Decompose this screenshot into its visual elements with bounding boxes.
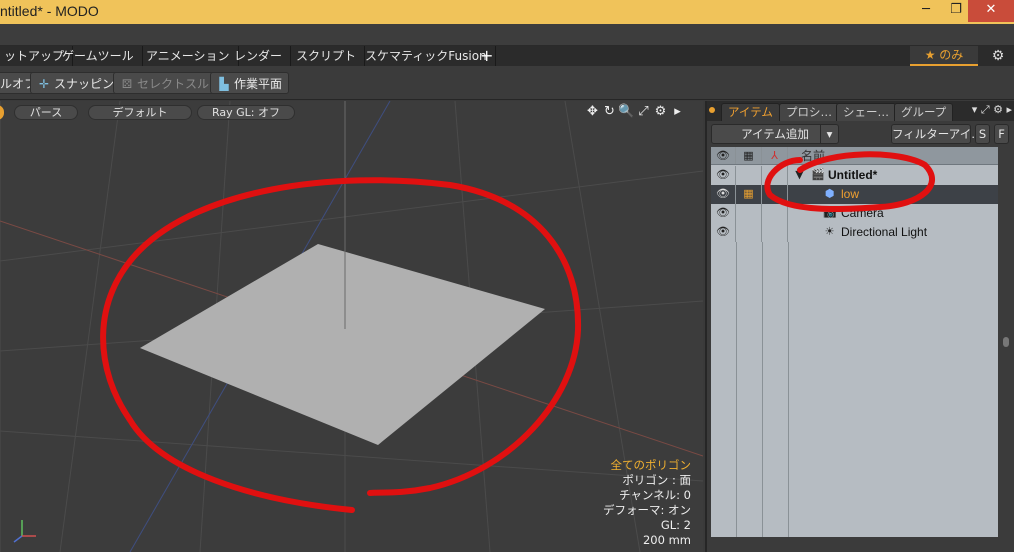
name-column-header: 名前 — [801, 149, 826, 163]
vertical-scrollbar[interactable] — [1000, 147, 1012, 537]
item-label-scene: Untitled* — [828, 168, 878, 182]
item-label-camera: Camera — [841, 206, 884, 220]
viewport-arrow-icon[interactable]: ▸ — [669, 104, 686, 119]
viewport-info: 全てのポリゴン ポリゴン : 面 チャンネル: 0 デフォーマ: オン GL: … — [603, 458, 691, 548]
menu-bar — [0, 24, 1014, 46]
lock-cell[interactable] — [736, 204, 762, 223]
panel-marker-icon — [709, 107, 715, 113]
f-button[interactable]: F — [994, 124, 1009, 144]
filter-items-button[interactable]: フィルターアイ… — [891, 124, 983, 144]
toolbar: ルオフ ✛ スナッピング ⚄ セレクトスルー ▙ 作業平面 — [0, 66, 1014, 100]
tab-script[interactable]: スクリプト — [288, 46, 366, 66]
scrollbar-thumb[interactable] — [1003, 337, 1009, 347]
light-icon: ☀ — [824, 225, 835, 238]
window-title: ntitled* - MODO — [0, 3, 99, 19]
add-item-label: アイテム追加 — [741, 127, 809, 141]
zoom-icon[interactable]: 🔍 — [618, 104, 635, 119]
close-button[interactable]: ✕ — [968, 0, 1014, 22]
tab-shader[interactable]: シェー… — [836, 103, 896, 121]
camera-icon: 📷 — [823, 206, 837, 219]
work-plane-button[interactable]: ▙ 作業平面 — [210, 72, 290, 94]
visibility-icon[interactable]: 👁 — [711, 223, 736, 242]
axis-gizmo-icon — [13, 520, 36, 543]
item-tree: 👁 ▦ ⅄ 名前 👁 ▼ 🎬 Untitled* 👁 ▦ ⬢ low 👁 📷 C… — [711, 147, 998, 537]
shading-mode-button[interactable]: デフォルト — [88, 105, 192, 120]
panel-tabs: アイテム プロシ… シェー… グループ ▾ ⤢ ⚙ ▸ — [707, 101, 1014, 121]
select-through-label: セレクトスルー — [137, 77, 222, 91]
axis-cell — [762, 204, 788, 223]
axis-cell — [762, 223, 788, 242]
layout-tabs: ットアップ ゲームツール アニメーション レンダー スクリプト スケマティックF… — [0, 46, 1014, 66]
visibility-icon[interactable]: 👁 — [711, 185, 736, 204]
tab-procedural[interactable]: プロシ… — [779, 103, 839, 121]
visibility-header-icon: 👁 — [711, 147, 736, 164]
viewport-gear-icon[interactable]: ⚙ — [652, 104, 669, 119]
gear-icon[interactable]: ⚙ — [988, 46, 1008, 66]
add-tab-button[interactable]: + — [480, 46, 493, 66]
add-item-button[interactable]: アイテム追加 ▾ — [711, 124, 839, 144]
viewport-3d[interactable]: パース デフォルト Ray GL: オフ ✥ ↻ 🔍 ⤢ ⚙ ▸ 全てのポリゴン ポリゴン… — [0, 101, 703, 552]
expand-arrow-icon[interactable]: ▼ — [793, 168, 806, 181]
panel-toolbar: アイテム追加 ▾ フィルターアイ… S F — [707, 121, 1014, 147]
tree-row-low[interactable]: 👁 ▦ ⬢ low — [711, 185, 998, 204]
info-channel: チャンネル: 0 — [618, 488, 691, 502]
tab-items[interactable]: アイテム — [721, 103, 780, 121]
snapping-icon: ✛ — [38, 77, 50, 91]
viewport-scene — [0, 101, 703, 552]
raygl-button[interactable]: Ray GL: オフ — [197, 105, 295, 120]
axis-cell — [762, 166, 788, 185]
item-label-light: Directional Light — [841, 225, 928, 239]
select-through-icon: ⚄ — [121, 77, 133, 91]
info-grid: 200 mm — [642, 533, 691, 547]
tree-header: 👁 ▦ ⅄ 名前 — [711, 147, 998, 165]
tab-schematic-fusion[interactable]: スケマティックFusion — [357, 46, 496, 66]
info-gl: GL: 2 — [660, 518, 691, 532]
work-plane-label: 作業平面 — [234, 77, 283, 91]
viewport-nav-icons: ✥ ↻ 🔍 ⤢ ⚙ ▸ — [584, 104, 686, 120]
view-mode-button[interactable]: パース — [14, 105, 78, 120]
lock-cell[interactable] — [736, 166, 762, 185]
s-button[interactable]: S — [975, 124, 990, 144]
item-label-low: low — [841, 187, 860, 201]
visibility-icon[interactable]: 👁 — [711, 204, 736, 223]
info-deformer: デフォーマ: オン — [602, 503, 691, 517]
tab-groups[interactable]: グループ — [894, 103, 954, 121]
tree-row-scene[interactable]: 👁 ▼ 🎬 Untitled* — [711, 166, 998, 185]
info-all-polygons: 全てのポリゴン — [610, 458, 692, 472]
minimize-button[interactable]: ─ — [910, 0, 942, 22]
lock-header-icon: ▦ — [736, 147, 762, 164]
scene-icon: 🎬 — [811, 168, 825, 181]
tab-game-tools[interactable]: ゲームツール — [54, 46, 143, 66]
title-bar: ntitled* - MODO ─ ❐ ✕ — [0, 0, 1014, 24]
item-list-panel: アイテム プロシ… シェー… グループ ▾ ⤢ ⚙ ▸ アイテム追加 ▾ フィル… — [705, 101, 1014, 552]
panel-tab-icons[interactable]: ▾ ⤢ ⚙ ▸ — [972, 103, 1012, 117]
tree-row-camera[interactable]: 👁 📷 Camera — [711, 204, 998, 223]
lock-cell[interactable] — [736, 223, 762, 242]
tab-render[interactable]: レンダー — [226, 46, 292, 66]
dropdown-arrow-icon: ▾ — [820, 125, 838, 144]
pan-icon[interactable]: ✥ — [584, 104, 601, 119]
visibility-icon[interactable]: 👁 — [711, 166, 736, 185]
mesh-icon: ⬢ — [824, 187, 835, 200]
tree-row-light[interactable]: 👁 ☀ Directional Light — [711, 223, 998, 242]
horizontal-scrollbar[interactable] — [711, 539, 998, 549]
favorites-only-tab[interactable]: ★ のみ — [910, 46, 978, 66]
info-polygon: ポリゴン : 面 — [622, 473, 691, 487]
axis-cell — [762, 185, 788, 204]
lock-icon[interactable]: ▦ — [736, 185, 762, 204]
maximize-icon[interactable]: ⤢ — [635, 104, 652, 119]
work-plane-icon: ▙ — [219, 77, 229, 91]
rotate-icon[interactable]: ↻ — [601, 104, 618, 119]
tab-animation[interactable]: アニメーション — [138, 46, 239, 66]
axis-header-icon: ⅄ — [762, 147, 788, 164]
